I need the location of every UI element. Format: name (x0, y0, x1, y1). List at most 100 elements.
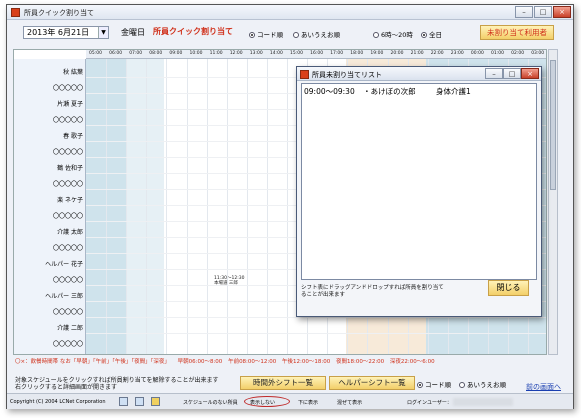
hour-label: 03:00 (531, 51, 545, 56)
main-screen-link[interactable]: 前の画面へ (526, 382, 561, 392)
range-all-radio[interactable]: 全日 (421, 29, 442, 39)
dialog-maximize-icon[interactable]: □ (503, 68, 521, 79)
minimize-icon[interactable]: – (515, 6, 533, 18)
no-schedule-label: スケジュールのない所員 (183, 400, 238, 406)
help-icon[interactable] (135, 397, 144, 406)
weekday-label: 金曜日 (121, 28, 145, 37)
staff-row-label[interactable]: 秋 紘葉 (14, 67, 86, 76)
sort-code-radio[interactable]: コード順 (249, 29, 283, 39)
legend-afternoon: 午後12:00〜18:00 (282, 359, 331, 365)
hour-label: 20:00 (390, 51, 404, 56)
staff-row-label[interactable]: 〇〇〇〇〇 (14, 243, 86, 252)
dialog-hint-line-2: ることが出来ます (301, 292, 346, 298)
hour-label: 18:00 (350, 51, 364, 56)
bottom-sort-code-radio[interactable]: コード順 (417, 379, 451, 389)
status-bar: Copyright (C) 2004 LCNet Corporation スケジ… (7, 393, 573, 409)
legend-early: 早朝06:00〜8:00 (177, 359, 223, 365)
vertical-scrollbar[interactable] (548, 49, 558, 355)
grid-line (287, 59, 288, 354)
staff-row-label[interactable]: 〇〇〇〇〇 (14, 307, 86, 316)
toolbar: 2013年 6月21日 ▼ 金曜日 所員クイック割り当て コード順 あいうえお順… (7, 20, 573, 46)
staff-row-label[interactable]: 楽 ネケ子 (14, 195, 86, 204)
radio-icon (373, 32, 379, 38)
hour-label: 11:00 (209, 51, 223, 56)
grid-line (266, 59, 268, 354)
hour-label: 13:00 (249, 51, 263, 56)
bottom-sort-kana-radio[interactable]: あいうえお順 (459, 379, 506, 389)
dialog-hint: シフト表にドラッグアンドドロップすれば所員を割り当て ることが出来ます (301, 285, 444, 299)
dialog-close-icon[interactable]: × (521, 68, 539, 79)
show-mixed-option[interactable]: 混ぜて表示 (337, 399, 362, 406)
hour-label: 19:00 (370, 51, 384, 56)
grid-line (86, 333, 546, 334)
sort-kana-radio[interactable]: あいうえお順 (293, 29, 340, 39)
scroll-thumb[interactable] (550, 60, 556, 190)
sort-kana-label: あいうえお順 (301, 31, 340, 39)
grid-line (106, 59, 108, 354)
hour-label: 16:00 (310, 51, 324, 56)
staff-row-label[interactable]: 〇〇〇〇〇 (14, 339, 86, 348)
dialog-app-icon (300, 70, 309, 79)
redacted-user (453, 398, 513, 406)
staff-row-label[interactable]: 春 歌子 (14, 131, 86, 140)
dialog-minimize-icon[interactable]: – (485, 68, 503, 79)
bottom-sort-code-label: コード順 (425, 381, 451, 389)
dialog-hint-line-1: シフト表にドラッグアンドドロップすれば所員を割り当て (301, 285, 444, 291)
print-icon[interactable] (119, 397, 128, 406)
staff-row-label[interactable]: 〇〇〇〇〇 (14, 147, 86, 156)
date-select[interactable]: 2013年 6月21日 ▼ (23, 26, 109, 39)
chevron-down-icon[interactable]: ▼ (98, 27, 108, 38)
hour-label: 21:00 (410, 51, 424, 56)
staff-row-label[interactable]: ヘルパー 花子 (14, 259, 86, 268)
helper-shift-button[interactable]: ヘルパーシフト一覧 (329, 376, 415, 390)
show-below-option[interactable]: 下に表示 (298, 399, 318, 406)
list-item[interactable]: 09:00〜09:30 ・あけぼの次郎 身体介護1 (304, 86, 471, 97)
hide-option[interactable]: 表示しない (250, 399, 275, 406)
sort-code-label: コード順 (257, 31, 283, 39)
grid-line (166, 59, 168, 354)
grid-line (186, 59, 188, 354)
hour-label: 00:00 (470, 51, 484, 56)
copyright-text: Copyright (C) 2004 LCNet Corporation (10, 399, 106, 405)
hour-header: 05:00 06:00 07:00 08:00 09:00 10:00 11:00 12:00… (86, 50, 546, 59)
time-band-legend: 〇×：飲餐時間帯 なお「早朝」「午前」「午後」「夜間」「深夜」 早朝06:00〜… (15, 357, 555, 365)
unassigned-clients-button[interactable]: 未割り当て利用者 (480, 25, 554, 40)
hour-label: 22:00 (430, 51, 444, 56)
close-icon[interactable]: × (553, 6, 571, 18)
app-icon (11, 8, 20, 17)
grid-line (206, 59, 208, 354)
staff-row-label[interactable]: 介護 二郎 (14, 323, 86, 332)
staff-row-label[interactable]: 〇〇〇〇〇 (14, 275, 86, 284)
offhours-shift-button[interactable]: 時間外シフト一覧 (240, 376, 326, 390)
legend-late: 深夜22:00〜6:00 (389, 359, 435, 365)
range-all-label: 全日 (429, 31, 442, 39)
date-value: 2013年 6月21日 (27, 28, 90, 37)
unassigned-list[interactable]: 09:00〜09:30 ・あけぼの次郎 身体介護1 (301, 83, 537, 280)
hour-label: 17:00 (330, 51, 344, 56)
folder-icon[interactable] (151, 397, 160, 406)
hour-label: 06:00 (109, 51, 123, 56)
staff-row-label[interactable]: 〇〇〇〇〇 (14, 83, 86, 92)
staff-row-label[interactable]: 〇〇〇〇〇 (14, 115, 86, 124)
unassigned-list-dialog: 所員未割り当てリスト – □ × 09:00〜09:30 ・あけぼの次郎 身体介… (296, 66, 542, 317)
staff-row-label[interactable]: 鶴 佐和子 (14, 163, 86, 172)
staff-row-label[interactable]: 片瀬 夏子 (14, 99, 86, 108)
dialog-close-button[interactable]: 閉じる (488, 280, 529, 296)
legend-morning: 午前08:00〜12:00 (228, 359, 277, 365)
maximize-icon[interactable]: □ (534, 6, 552, 18)
radio-selected-icon (421, 32, 427, 38)
staff-row-label[interactable]: 〇〇〇〇〇 (14, 211, 86, 220)
staff-row-label[interactable]: ヘルパー 三郎 (14, 291, 86, 300)
hour-label: 01:00 (491, 51, 504, 56)
staff-row-label[interactable]: 〇〇〇〇〇 (14, 179, 86, 188)
instruction-line-2: 右クリックすると詳細画面が開きます (15, 384, 118, 391)
staff-row-label[interactable]: 介護 太郎 (14, 227, 86, 236)
quick-assign-label: 所員クイック割り当て (153, 27, 233, 36)
grid-line (86, 317, 546, 318)
hour-label: 14:00 (269, 51, 283, 56)
list-item-time: 09:00〜09:30 (304, 87, 355, 96)
hour-label: 08:00 (149, 51, 163, 56)
grid-line (226, 59, 228, 354)
range-day-radio[interactable]: 6時〜20時 (373, 29, 413, 39)
staff-column: 秋 紘葉 〇〇〇〇〇 片瀬 夏子 〇〇〇〇〇春 歌子 〇〇〇〇〇鶴 佐和子 〇〇〇〇〇楽 … (14, 59, 86, 354)
